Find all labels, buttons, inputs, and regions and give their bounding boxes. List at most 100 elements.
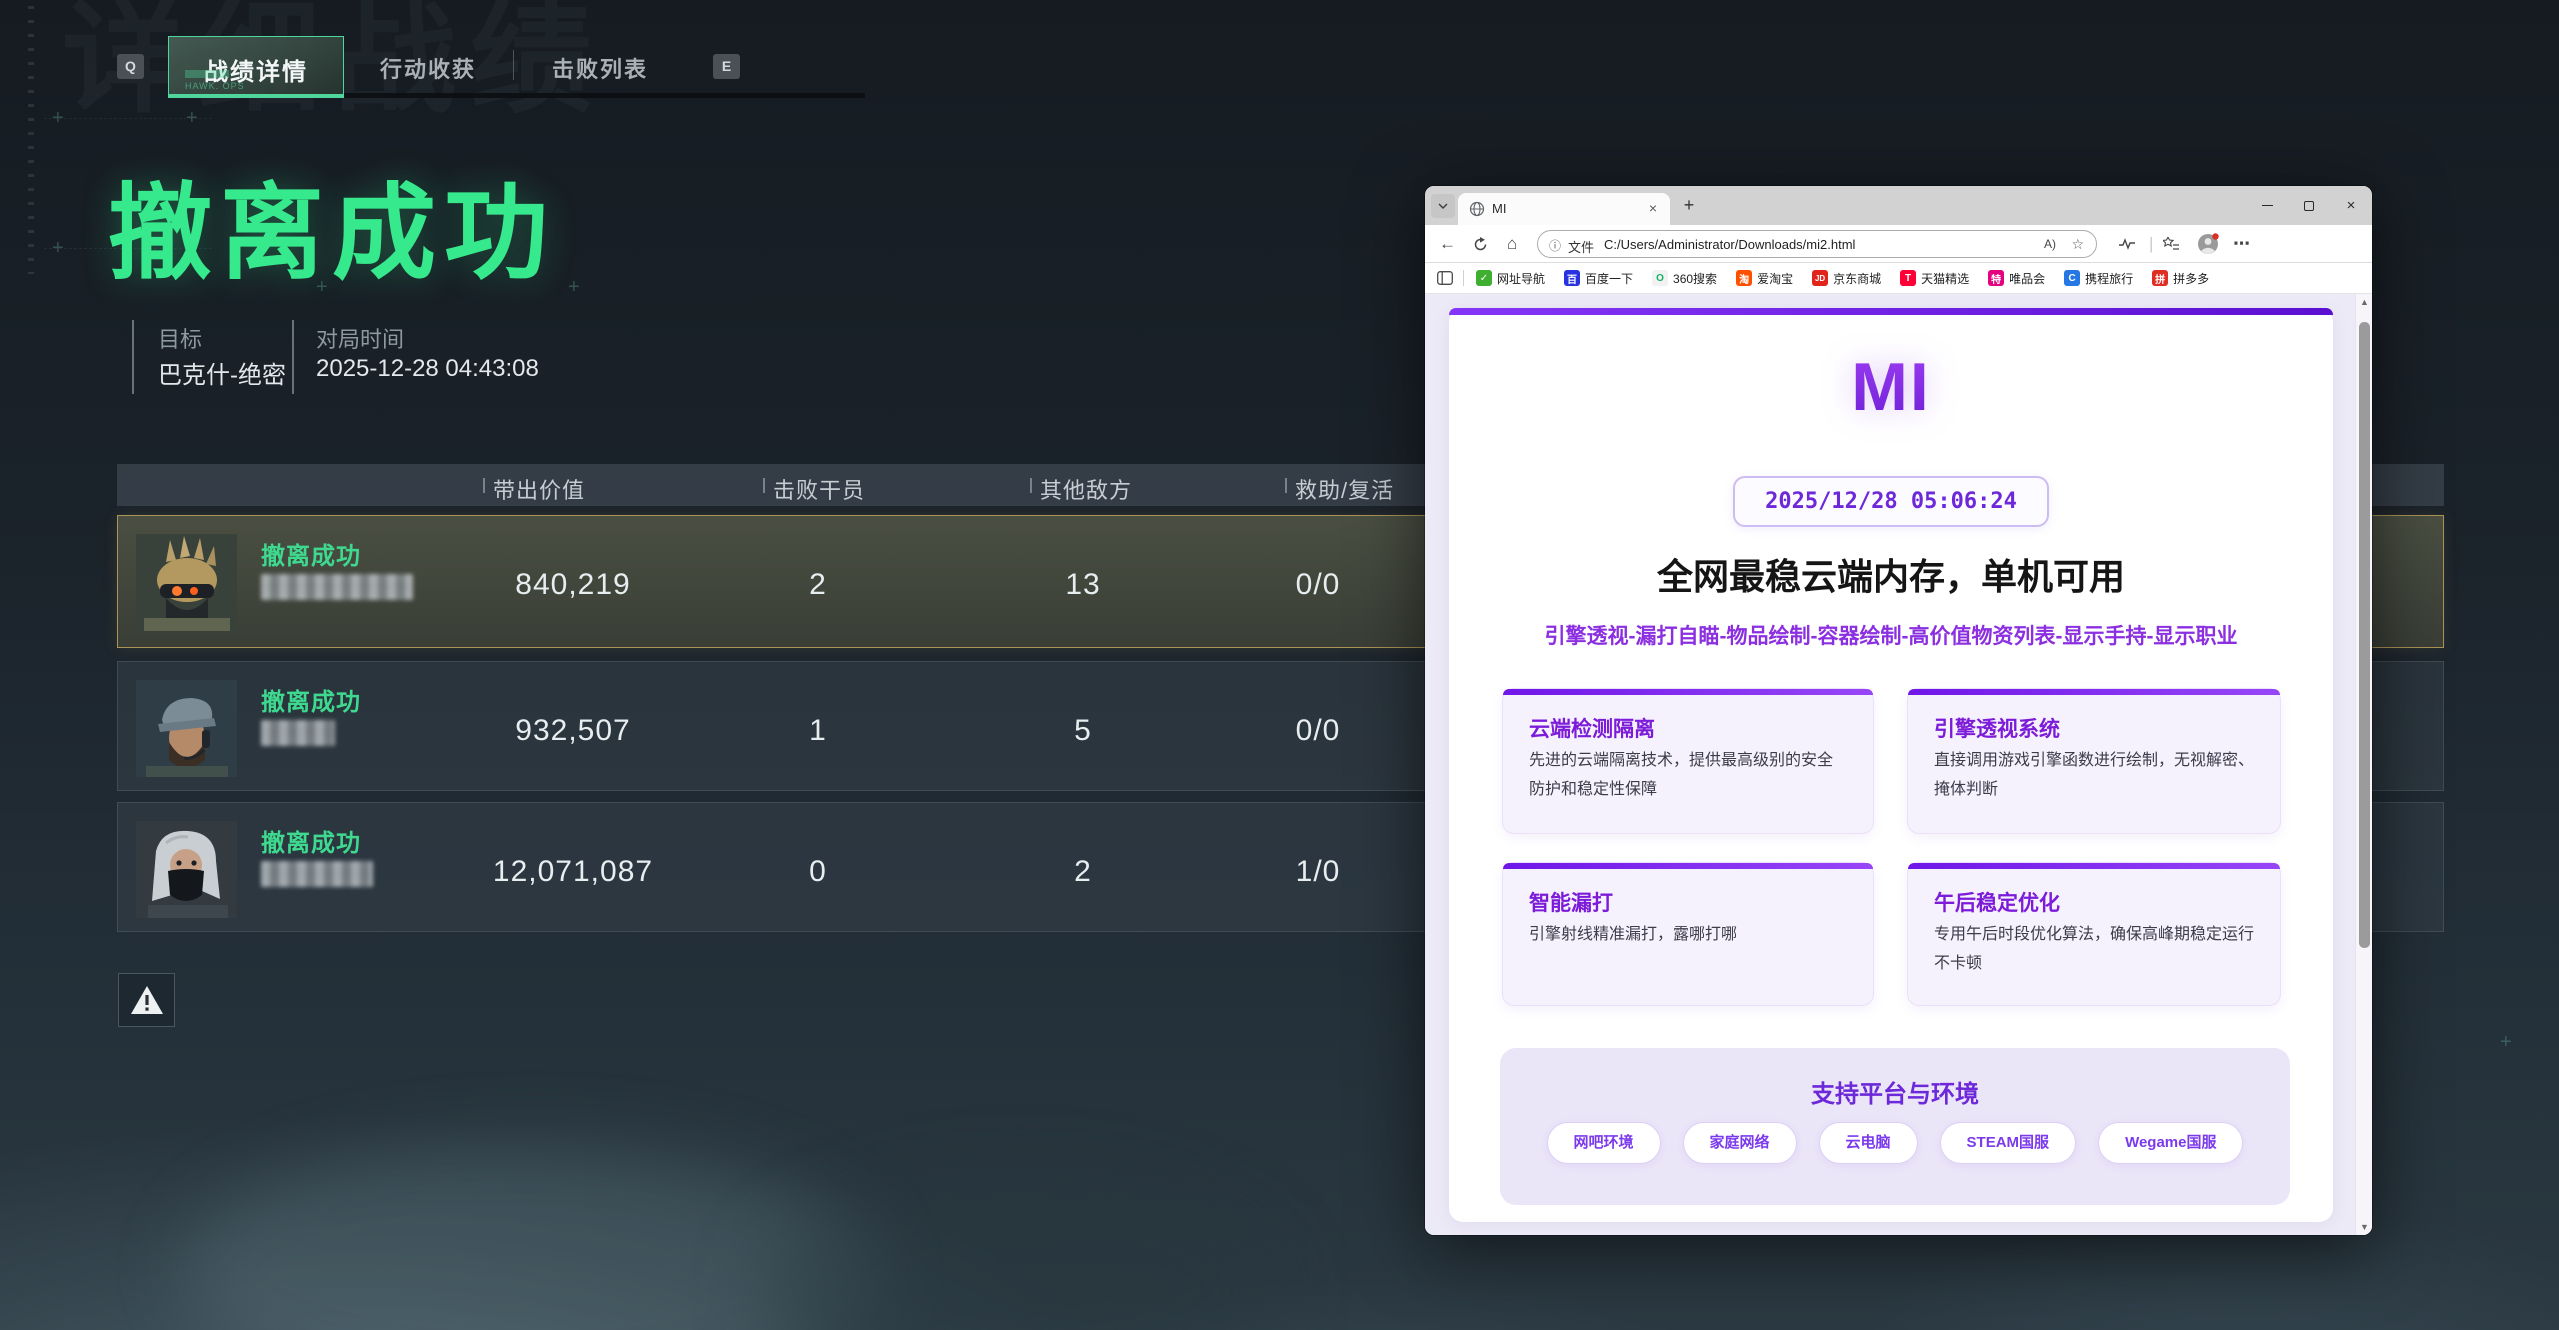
bookmark-item[interactable]: 拼拼多多: [2152, 270, 2209, 287]
address-bar[interactable]: ⓘ 文件 C:/Users/Administrator/Downloads/mi…: [1537, 230, 2097, 258]
page-viewport: MI 2025/12/28 05:06:24 全网最稳云端内存，单机可用 引擎透…: [1425, 294, 2372, 1235]
bookmarks-divider: [1463, 270, 1464, 286]
bookmark-label: 京东商城: [1833, 270, 1881, 287]
favorites-bar-icon[interactable]: [2163, 225, 2179, 263]
censored-player-name: [261, 574, 413, 600]
player-avatar: [136, 534, 237, 631]
bookmark-favicon: 特: [1988, 270, 2004, 286]
browser-window: MI × + × ← ⌂ ⓘ 文件 C:/Users/Administrator…: [1425, 186, 2372, 1235]
window-minimize-button[interactable]: [2246, 186, 2288, 225]
warning-box[interactable]: [118, 973, 175, 1027]
browser-essentials-icon[interactable]: [2119, 225, 2135, 263]
scrollbar-thumb[interactable]: [2359, 322, 2370, 948]
cell-rescue: 0/0: [1248, 714, 1388, 748]
feature-card: 云端检测隔离 先进的云端隔离技术，提供最高级别的安全防护和稳定性保障: [1502, 688, 1874, 834]
bookmark-favicon: T: [1900, 270, 1916, 286]
tab-action-gains[interactable]: 行动收获: [373, 52, 483, 84]
column-header-value: 带出价值: [493, 473, 585, 505]
feature-card-desc: 引擎射线精准漏打，露哪打哪: [1529, 921, 1847, 950]
platform-pill: STEAM国服: [1940, 1122, 2077, 1164]
crosshair-decoration: +: [52, 108, 64, 128]
platform-pill: Wegame国服: [2098, 1122, 2243, 1164]
bookmark-favicon: 百: [1564, 270, 1580, 286]
crosshair-decoration: +: [52, 238, 64, 258]
tab-decoration-text: HAWK. OPS: [185, 81, 245, 91]
bookmark-item[interactable]: O360搜索: [1652, 270, 1717, 287]
settings-menu-icon[interactable]: ⋯: [2233, 225, 2250, 263]
platform-pill: 网吧环境: [1547, 1122, 1661, 1164]
profile-avatar[interactable]: [2197, 225, 2219, 263]
home-icon[interactable]: ⌂: [1507, 225, 1517, 263]
bookmark-item[interactable]: ✓网址导航: [1476, 270, 1545, 287]
bookmark-item[interactable]: T天猫精选: [1900, 270, 1969, 287]
chevron-down-icon: [1438, 203, 1448, 209]
browser-toolbar: ← ⌂ ⓘ 文件 C:/Users/Administrator/Download…: [1425, 225, 2372, 263]
cell-others: 2: [1023, 855, 1143, 889]
cell-rescue: 1/0: [1248, 855, 1388, 889]
target-value: 巴克什-绝密: [158, 355, 286, 390]
feature-card-title: 引擎透视系统: [1934, 713, 2060, 743]
platforms-title: 支持平台与环境: [1500, 1074, 2290, 1109]
result-title: 撤离成功: [108, 148, 556, 299]
cell-others: 13: [1023, 568, 1143, 602]
match-time-label: 对局时间: [316, 322, 404, 354]
address-url[interactable]: C:/Users/Administrator/Downloads/mi2.htm…: [1604, 237, 1855, 252]
window-close-button[interactable]: ×: [2330, 186, 2372, 225]
ruler-ticks-decoration: [28, 6, 34, 274]
feature-card-title: 云端检测隔离: [1529, 713, 1655, 743]
column-tick: [763, 478, 765, 493]
favorite-star-icon[interactable]: ☆: [2071, 236, 2084, 253]
scroll-down-icon[interactable]: ▼: [2356, 1222, 2372, 1232]
feature-card-title: 智能漏打: [1529, 887, 1613, 917]
info-divider: [132, 320, 134, 394]
bookmark-item[interactable]: 百百度一下: [1564, 270, 1633, 287]
bookmark-item[interactable]: JD京东商城: [1812, 270, 1881, 287]
read-aloud-icon[interactable]: A): [2044, 237, 2056, 251]
features-line: 引擎透视-漏打自瞄-物品绘制-容器绘制-高价值物资列表-显示手持-显示职业: [1449, 620, 2333, 650]
refresh-icon[interactable]: [1473, 225, 1488, 263]
bookmark-label: 360搜索: [1673, 270, 1717, 287]
browser-tab-title: MI: [1492, 201, 1506, 216]
tab-search-button[interactable]: [1431, 194, 1455, 218]
page-info-icon[interactable]: ⓘ: [1549, 237, 1561, 254]
row-status: 撤离成功: [261, 682, 361, 717]
new-tab-button[interactable]: +: [1678, 195, 1700, 217]
back-icon[interactable]: ←: [1439, 225, 1456, 263]
window-maximize-button[interactable]: [2288, 186, 2330, 225]
bookmark-favicon: ✓: [1476, 270, 1492, 286]
player-avatar: [136, 680, 237, 777]
scrollbar[interactable]: ▲ ▼: [2355, 294, 2372, 1235]
browser-titlebar[interactable]: MI × + ×: [1425, 186, 2372, 225]
tab-close-icon[interactable]: ×: [1644, 200, 1662, 218]
bookmark-favicon: C: [2064, 270, 2080, 286]
globe-favicon-icon: [1469, 201, 1485, 217]
bookmark-item[interactable]: 特唯品会: [1988, 270, 2045, 287]
card-accent-bar: [1503, 863, 1873, 869]
screen: 详细战绩 + + + + + + + Q 战绩详情 HAWK. OPS 行动收获…: [0, 0, 2559, 1330]
platforms-section: 支持平台与环境 网吧环境 家庭网络 云电脑 STEAM国服 Wegame国服: [1500, 1048, 2290, 1205]
tab-decoration: [185, 70, 229, 78]
browser-tab[interactable]: MI ×: [1458, 193, 1670, 225]
warning-icon: [130, 985, 164, 1015]
site-logo: MI: [1449, 348, 2333, 426]
column-header-rescue: 救助/复活: [1295, 473, 1394, 505]
censored-player-name: [261, 861, 373, 887]
bookmark-item[interactable]: 淘爱淘宝: [1736, 270, 1793, 287]
address-scheme-label: 文件: [1568, 237, 1594, 256]
tab-defeat-list[interactable]: 击败列表: [545, 52, 655, 84]
scroll-up-icon[interactable]: ▲: [2356, 297, 2372, 307]
sidebar-apps-icon[interactable]: [1437, 271, 1453, 285]
timestamp-badge: 2025/12/28 05:06:24: [1733, 476, 2049, 527]
bookmarks-bar: ✓网址导航 百百度一下 O360搜索 淘爱淘宝 JD京东商城 T天猫精选 特唯品…: [1425, 263, 2372, 294]
column-tick: [1285, 478, 1287, 493]
column-header-kills: 击败干员: [773, 473, 865, 505]
bookmark-item[interactable]: C携程旅行: [2064, 270, 2133, 287]
info-divider: [292, 320, 294, 394]
target-label: 目标: [158, 322, 202, 354]
row-status: 撤离成功: [261, 536, 361, 571]
cell-value: 840,219: [478, 568, 668, 602]
bookmark-favicon: 淘: [1736, 270, 1752, 286]
feature-card-desc: 专用午后时段优化算法，确保高峰期稳定运行不卡顿: [1934, 921, 2254, 979]
feature-card-desc: 先进的云端隔离技术，提供最高级别的安全防护和稳定性保障: [1529, 747, 1847, 805]
tab-battle-details[interactable]: 战绩详情 HAWK. OPS: [168, 36, 344, 98]
